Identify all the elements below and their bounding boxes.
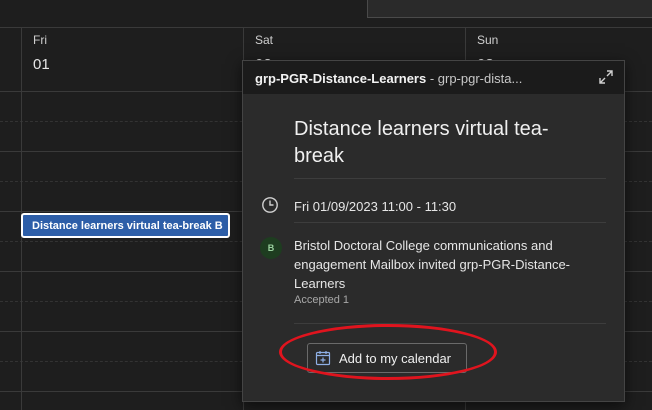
clock-icon bbox=[262, 197, 278, 213]
group-alias: - grp-pgr-dista... bbox=[426, 71, 523, 86]
expand-icon[interactable] bbox=[598, 69, 614, 85]
divider bbox=[294, 178, 606, 179]
day-number: 01 bbox=[33, 56, 50, 73]
calendar-add-icon bbox=[315, 351, 331, 366]
add-to-calendar-button[interactable]: Add to my calendar bbox=[307, 343, 467, 373]
invite-text: Bristol Doctoral College communications … bbox=[294, 238, 571, 291]
day-name: Sun bbox=[477, 33, 499, 47]
popup-header: grp-PGR-Distance-Learners - grp-pgr-dist… bbox=[243, 61, 624, 94]
event-details-popup: grp-PGR-Distance-Learners - grp-pgr-dist… bbox=[242, 60, 625, 402]
group-name-text: grp-PGR-Distance-Learners bbox=[255, 71, 427, 86]
divider bbox=[294, 323, 606, 324]
event-datetime: Fri 01/09/2023 11:00 - 11:30 bbox=[294, 199, 457, 214]
calendar-event-chip[interactable]: Distance learners virtual tea-break B bbox=[21, 213, 230, 238]
group-name[interactable]: grp-PGR-Distance-Learners - grp-pgr-dist… bbox=[255, 71, 522, 86]
add-to-calendar-label: Add to my calendar bbox=[339, 351, 452, 366]
event-title: Distance learners virtual tea-break bbox=[294, 118, 549, 167]
divider bbox=[294, 222, 606, 223]
overlay-panel-edge bbox=[367, 0, 652, 18]
avatar: B bbox=[260, 237, 282, 259]
day-name: Fri bbox=[33, 33, 47, 47]
attendee-status[interactable]: Accepted 1 bbox=[294, 294, 349, 306]
day-name: Sat bbox=[255, 33, 274, 47]
